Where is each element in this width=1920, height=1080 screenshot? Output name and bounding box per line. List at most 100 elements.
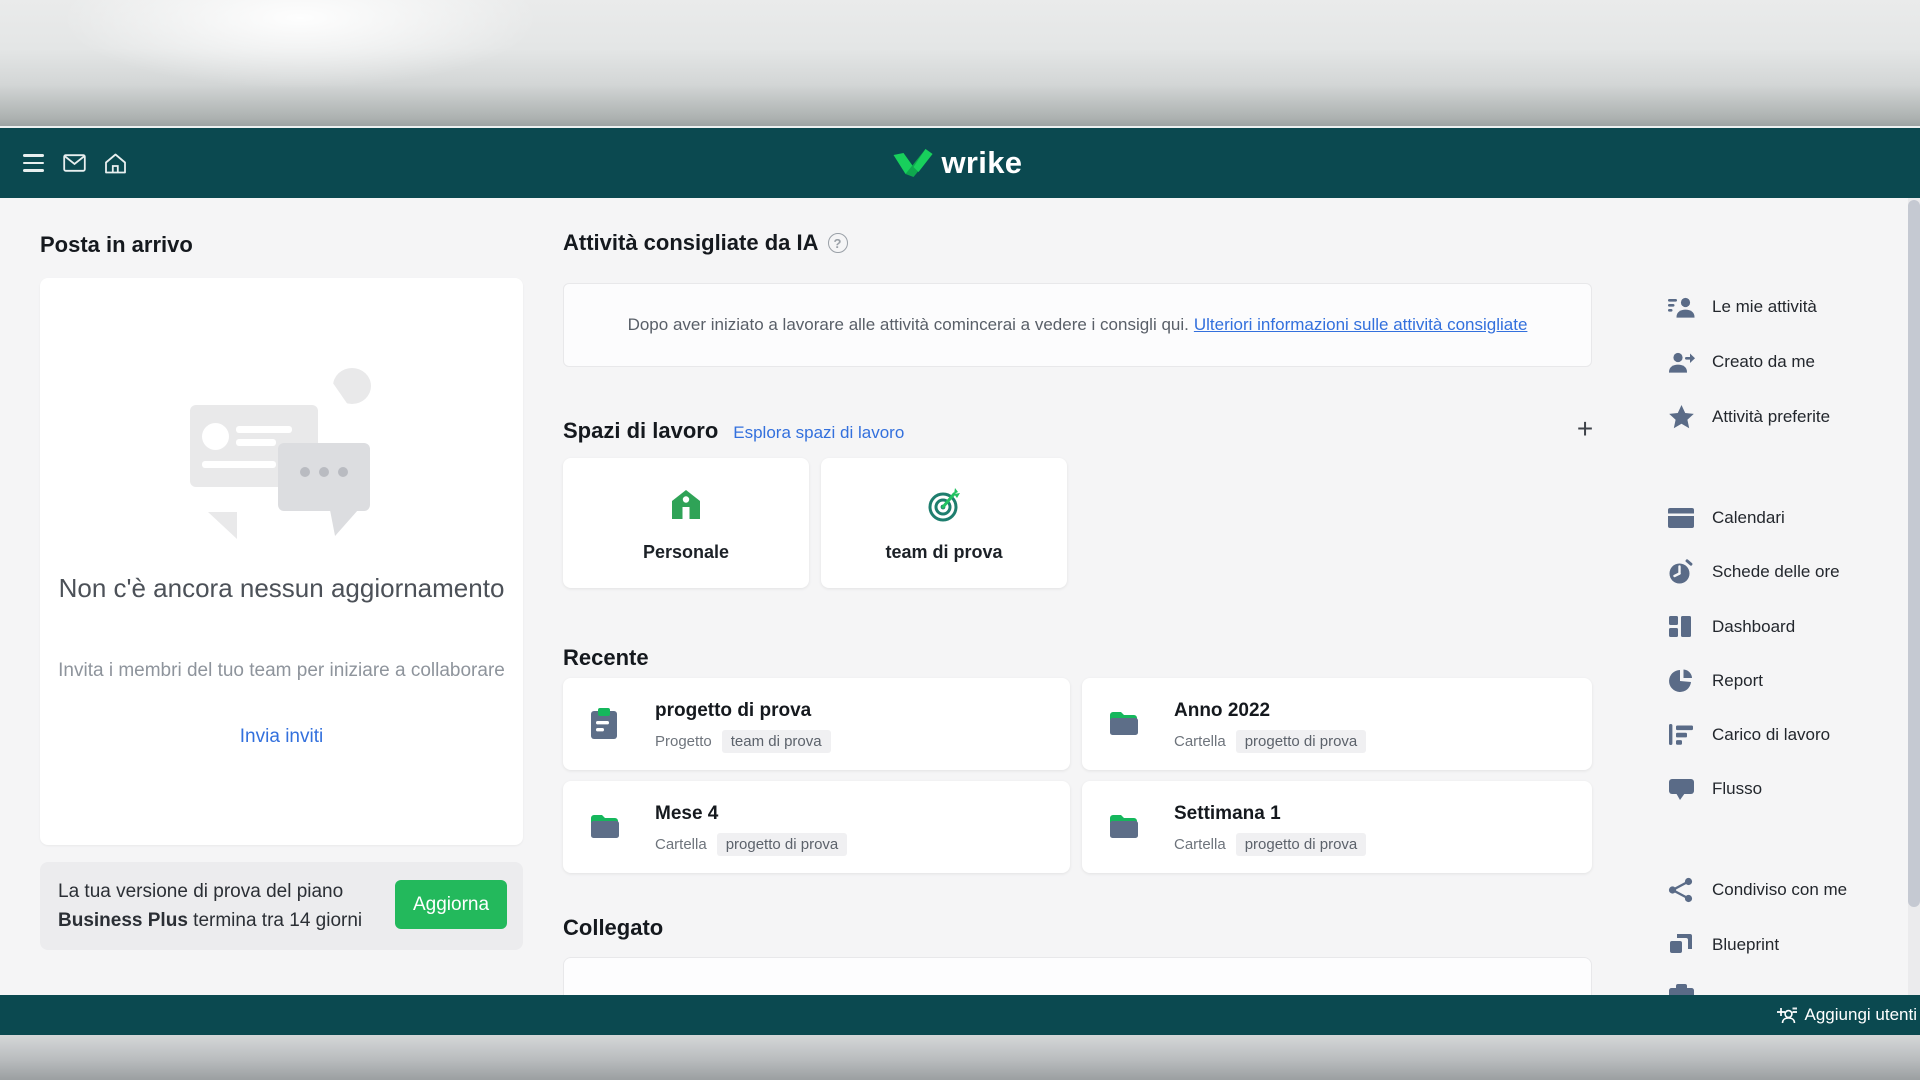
recent-card-settimana-1[interactable]: Settimana 1 Cartella progetto di prova — [1082, 781, 1592, 873]
add-space-button[interactable]: + — [1570, 414, 1600, 444]
add-users-label: Aggiungi utenti — [1805, 1005, 1917, 1025]
scrollbar-thumb[interactable] — [1908, 200, 1920, 907]
sidebar-item-stream[interactable]: Flusso — [1668, 775, 1898, 803]
sidebar-item-blueprint[interactable]: Blueprint — [1668, 931, 1898, 959]
shared-with-me-icon — [1668, 877, 1695, 903]
hamburger-menu-button[interactable] — [18, 128, 48, 198]
sidebar-item-label: Report — [1712, 671, 1763, 691]
sidebar-item-label: Blueprint — [1712, 935, 1779, 955]
desktop-background-top — [0, 0, 1920, 128]
space-card-personale[interactable]: Personale — [563, 458, 809, 588]
sidebar-item-shared-with-me[interactable]: Condiviso con me — [1668, 876, 1898, 904]
ai-info-text: Dopo aver iniziato a lavorare alle attiv… — [628, 315, 1189, 335]
created-by-me-icon — [1668, 349, 1695, 375]
trial-banner: La tua versione di prova del piano Busin… — [40, 862, 523, 950]
sidebar-item-created-by-me[interactable]: Creato da me — [1668, 348, 1898, 376]
sidebar-item-calendars[interactable]: Calendari — [1668, 504, 1898, 532]
sidebar-item-label: Le mie attività — [1712, 297, 1817, 317]
sidebar-item-report[interactable]: Report — [1668, 667, 1898, 695]
inbox-empty-card: Non c'è ancora nessun aggiornamento Invi… — [40, 278, 523, 845]
recent-card-title: Mese 4 — [655, 803, 718, 825]
explore-spaces-link[interactable]: Esplora spazi di lavoro — [733, 423, 904, 443]
linked-card[interactable] — [563, 957, 1592, 995]
recent-card-title: progetto di prova — [655, 700, 811, 722]
recent-card-tag[interactable]: progetto di prova — [1236, 833, 1367, 856]
recent-card-tag[interactable]: progetto di prova — [717, 833, 848, 856]
home-icon — [104, 153, 127, 174]
recent-card-mese-4[interactable]: Mese 4 Cartella progetto di prova — [563, 781, 1070, 873]
wrike-wordmark: wrike — [942, 145, 1023, 181]
sidebar-item-label: Calendari — [1712, 508, 1785, 528]
my-tasks-icon — [1668, 294, 1695, 320]
desktop-background-bottom — [0, 1035, 1920, 1080]
recent-card-title: Anno 2022 — [1174, 700, 1270, 722]
recent-card-title: Settimana 1 — [1174, 803, 1281, 825]
trial-plan-name: Business Plus — [58, 910, 188, 931]
hamburger-icon — [23, 154, 44, 172]
add-user-icon — [1776, 1006, 1798, 1024]
recent-card-anno-2022[interactable]: Anno 2022 Cartella progetto di prova — [1082, 678, 1592, 770]
star-icon — [1668, 404, 1695, 430]
dashboard-icon — [1668, 614, 1695, 640]
add-users-button[interactable]: Aggiungi utenti — [1776, 1005, 1917, 1025]
recent-card-type: Cartella — [1174, 733, 1226, 750]
project-icon — [590, 708, 618, 745]
trial-text: La tua versione di prova del piano Busin… — [58, 877, 362, 935]
send-invites-link[interactable]: Invia inviti — [40, 726, 523, 748]
inbox-mail-button[interactable] — [59, 128, 89, 198]
space-card-team-di-prova[interactable]: team di prova — [821, 458, 1067, 588]
ai-info-link[interactable]: Ulteriori informazioni sulle attività co… — [1194, 315, 1528, 335]
wrike-app-window: wrike ? — [0, 0, 1920, 1080]
recent-card-tag[interactable]: team di prova — [722, 730, 831, 753]
inbox-title: Posta in arrivo — [40, 232, 193, 258]
sidebar-item-label: Schede delle ore — [1712, 562, 1840, 582]
sidebar-item-starred[interactable]: Attività preferite — [1668, 403, 1898, 431]
sidebar-item-label: Creato da me — [1712, 352, 1815, 372]
folder-icon — [1109, 811, 1139, 846]
recent-card-type: Progetto — [655, 733, 712, 750]
mail-icon — [63, 154, 86, 172]
sidebar-item-dashboard[interactable]: Dashboard — [1668, 613, 1898, 641]
recent-title: Recente — [563, 645, 649, 671]
recent-card-progetto-di-prova[interactable]: progetto di prova Progetto team di prova — [563, 678, 1070, 770]
space-label: Personale — [563, 542, 809, 563]
recent-card-type: Cartella — [1174, 836, 1226, 853]
workload-icon — [1668, 722, 1695, 748]
recent-card-tag[interactable]: progetto di prova — [1236, 730, 1367, 753]
home-button[interactable] — [100, 128, 130, 198]
spaces-title: Spazi di lavoro — [563, 418, 718, 444]
sidebar-item-workload[interactable]: Carico di lavoro — [1668, 721, 1898, 749]
ai-section-title: Attività consigliate da IA — [563, 230, 819, 256]
calendar-icon — [1668, 505, 1695, 531]
chat-bubble-illustration — [278, 443, 370, 511]
app-header: wrike ? — [0, 128, 1920, 198]
upgrade-button[interactable]: Aggiorna — [395, 880, 507, 929]
blueprint-icon — [1668, 932, 1695, 958]
folder-icon — [590, 811, 620, 846]
ai-section-header: Attività consigliate da IA ? — [563, 230, 848, 256]
sidebar-item-label: Attività preferite — [1712, 407, 1830, 427]
spaces-header: Spazi di lavoro Esplora spazi di lavoro — [563, 418, 904, 444]
timesheet-icon — [1668, 559, 1695, 585]
bottom-status-bar: Aggiungi utenti — [0, 995, 1920, 1035]
empty-state-title: Non c'è ancora nessun aggiornamento — [40, 570, 523, 607]
wrike-logo: wrike — [893, 128, 1023, 198]
sidebar-item-timesheets[interactable]: Schede delle ore — [1668, 558, 1898, 586]
stream-icon — [1668, 776, 1695, 802]
folder-icon — [1109, 708, 1139, 743]
sidebar-item-my-tasks[interactable]: Le mie attività — [1668, 293, 1898, 321]
sidebar-item-label: Carico di lavoro — [1712, 725, 1830, 745]
home-space-icon — [563, 486, 809, 524]
linked-title: Collegato — [563, 915, 663, 941]
ai-info-card: Dopo aver iniziato a lavorare alle attiv… — [563, 283, 1592, 367]
wrike-logo-icon — [893, 148, 933, 178]
sidebar-item-label: Condiviso con me — [1712, 880, 1847, 900]
recent-card-type: Cartella — [655, 836, 707, 853]
ai-help-icon[interactable]: ? — [828, 233, 848, 253]
report-icon — [1668, 668, 1695, 694]
app-body: Posta in arrivo Non c'è ancora nessun ag… — [0, 198, 1920, 995]
target-icon — [821, 486, 1067, 524]
sidebar-item-label: Flusso — [1712, 779, 1762, 799]
sidebar-item-label: Dashboard — [1712, 617, 1795, 637]
empty-state-subtitle: Invita i membri del tuo team per iniziar… — [40, 656, 523, 685]
